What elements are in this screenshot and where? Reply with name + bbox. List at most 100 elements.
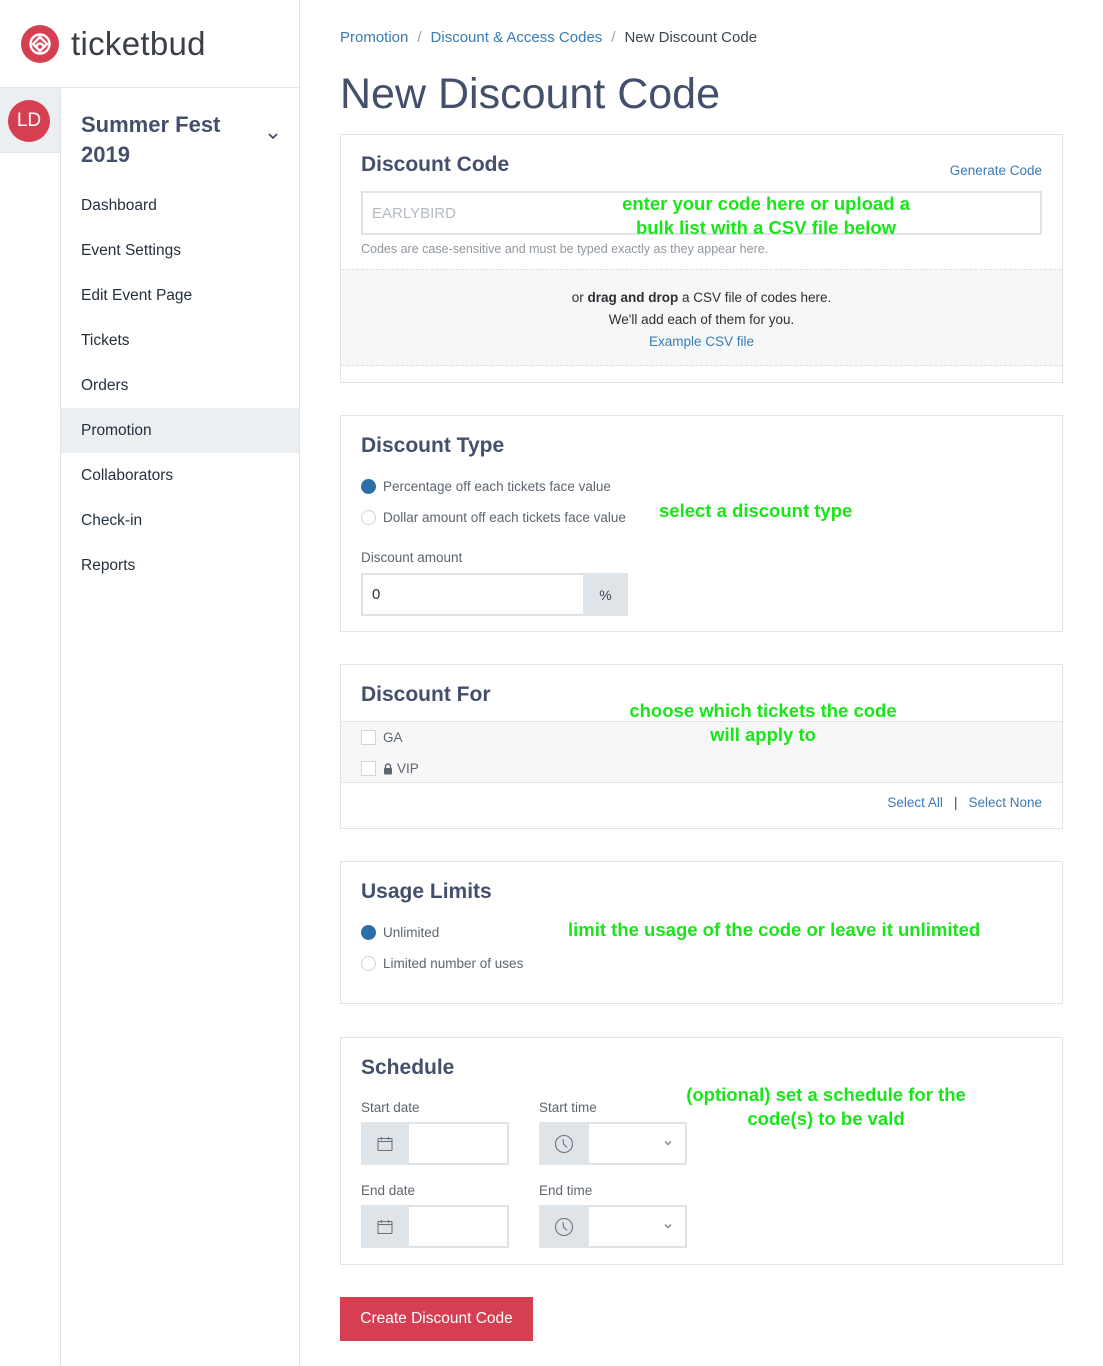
dropzone-prefix: or [571, 290, 588, 305]
annotation-for: choose which tickets the code will apply… [621, 699, 905, 747]
end-date-label: End date [361, 1183, 416, 1198]
radio-button[interactable] [361, 956, 376, 971]
discount-amount-value: 0 [372, 586, 381, 603]
example-csv-link[interactable]: Example CSV file [649, 334, 754, 349]
radio-limited[interactable]: Limited number of uses [361, 956, 523, 971]
percent-addon: % [583, 573, 628, 616]
end-time-group [539, 1205, 687, 1248]
csv-dropzone[interactable]: or drag and drop a CSV file of codes her… [341, 269, 1062, 366]
event-name: Summer Fest 2019 [81, 112, 221, 167]
sidebar-item-event-settings[interactable]: Event Settings [61, 228, 299, 273]
chevron-down-icon [664, 1223, 672, 1229]
clock-icon[interactable] [539, 1205, 589, 1248]
annotation-line: enter your code here or upload a [622, 193, 910, 214]
discount-code-card: Discount Code Generate Code EARLYBIRD en… [340, 134, 1063, 383]
start-date-label: Start date [361, 1100, 420, 1115]
breadcrumb-discount-access-codes[interactable]: Discount & Access Codes [431, 29, 603, 46]
card-title: Usage Limits [361, 880, 492, 903]
event-selector[interactable]: Summer Fest 2019 [61, 88, 299, 183]
sidebar-nav: Dashboard Event Settings Edit Event Page… [61, 183, 299, 588]
sidebar-item-label: Edit Event Page [81, 286, 193, 304]
start-date-input[interactable] [409, 1122, 509, 1165]
select-links: Select All | Select None [887, 795, 1042, 810]
account-rail: LD [0, 88, 60, 153]
checkbox[interactable] [361, 761, 376, 776]
schedule-card: Schedule Start date Start time End date [340, 1037, 1063, 1265]
annotation-schedule: (optional) set a schedule for the code(s… [676, 1083, 976, 1131]
create-discount-code-button[interactable]: Create Discount Code [340, 1297, 533, 1341]
radio-button-selected[interactable] [361, 479, 376, 494]
annotation-type: select a discount type [659, 500, 853, 521]
ticket-label: GA [383, 730, 403, 745]
radio-button[interactable] [361, 510, 376, 525]
radio-label: Limited number of uses [383, 956, 524, 971]
calendar-icon[interactable] [361, 1122, 409, 1165]
annotation-line: will apply to [710, 724, 816, 745]
sidebar: ticketbud LD Summer Fest 2019 Dashboard … [0, 0, 300, 1366]
discount-type-card: Discount Type Percentage off each ticket… [340, 415, 1063, 632]
usage-limits-card: Usage Limits Unlimited Limited number of… [340, 861, 1063, 1004]
dropzone-bold: drag and drop [587, 290, 679, 305]
end-date-input[interactable] [409, 1205, 509, 1248]
sidebar-item-check-in[interactable]: Check-in [61, 498, 299, 543]
user-avatar[interactable]: LD [8, 100, 50, 142]
clock-icon[interactable] [539, 1122, 589, 1165]
checkbox[interactable] [361, 730, 376, 745]
breadcrumb-current: New Discount Code [624, 29, 758, 46]
annotation-line: (optional) set a schedule for the [686, 1084, 966, 1105]
start-time-group [539, 1122, 687, 1165]
sidebar-item-edit-event-page[interactable]: Edit Event Page [61, 273, 299, 318]
sidebar-item-promotion[interactable]: Promotion [61, 408, 299, 453]
ticketbud-logo-icon [21, 24, 59, 63]
dropzone-suffix: a CSV file of codes here. [678, 290, 832, 305]
breadcrumb-promotion[interactable]: Promotion [340, 29, 408, 46]
chevron-down-icon [664, 1140, 672, 1146]
dropzone-line2: We'll add each of them for you. [608, 312, 795, 327]
sidebar-item-orders[interactable]: Orders [61, 363, 299, 408]
sidebar-item-label: Check-in [81, 511, 143, 529]
ticket-option-vip[interactable]: VIP [361, 761, 419, 776]
start-time-select[interactable] [589, 1122, 687, 1165]
radio-unlimited[interactable]: Unlimited [361, 925, 439, 940]
brand-name: ticketbud [71, 24, 206, 62]
card-title: Schedule [361, 1056, 455, 1079]
sidebar-item-label: Promotion [81, 421, 152, 439]
calendar-icon[interactable] [361, 1205, 409, 1248]
card-title: Discount For [361, 683, 491, 706]
select-all-link[interactable]: Select All [887, 795, 943, 810]
radio-percentage[interactable]: Percentage off each tickets face value [361, 479, 611, 494]
sidebar-item-label: Collaborators [81, 466, 174, 484]
dropzone-line1: or drag and drop a CSV file of codes her… [341, 287, 1062, 309]
ticket-option-ga[interactable]: GA [361, 730, 403, 745]
brand-logo[interactable]: ticketbud [0, 0, 299, 88]
start-date-group [361, 1122, 509, 1165]
sidebar-item-reports[interactable]: Reports [61, 543, 299, 588]
sidebar-item-tickets[interactable]: Tickets [61, 318, 299, 363]
start-time-label: Start time [539, 1100, 597, 1115]
radio-dollar-amount[interactable]: Dollar amount off each tickets face valu… [361, 510, 626, 525]
generate-code-link[interactable]: Generate Code [950, 163, 1042, 178]
ticket-label: VIP [397, 761, 419, 776]
end-time-select[interactable] [589, 1205, 687, 1248]
radio-label: Percentage off each tickets face value [383, 479, 611, 494]
discount-amount-input[interactable]: 0 [361, 573, 583, 616]
sidebar-item-label: Tickets [81, 331, 130, 349]
annotation-code: enter your code here or upload a bulk li… [586, 192, 946, 240]
sidebar-item-label: Reports [81, 556, 136, 574]
lock-icon [384, 762, 392, 774]
end-time-label: End time [539, 1183, 593, 1198]
radio-button-selected[interactable] [361, 925, 376, 940]
select-none-link[interactable]: Select None [968, 795, 1042, 810]
sidebar-item-collaborators[interactable]: Collaborators [61, 453, 299, 498]
sidebar-item-dashboard[interactable]: Dashboard [61, 183, 299, 228]
breadcrumb: Promotion / Discount & Access Codes / New Di… [340, 29, 757, 46]
discount-code-placeholder: EARLYBIRD [372, 204, 456, 222]
annotation-line: choose which tickets the code [629, 700, 897, 721]
end-date-group [361, 1205, 509, 1248]
breadcrumb-separator: / [611, 29, 616, 46]
chevron-down-icon [268, 133, 278, 140]
link-separator: | [953, 795, 958, 810]
radio-label: Unlimited [383, 925, 440, 940]
discount-amount-group: 0 % [361, 573, 628, 616]
discount-for-card: Discount For GA VIP choose which tickets… [340, 664, 1063, 829]
